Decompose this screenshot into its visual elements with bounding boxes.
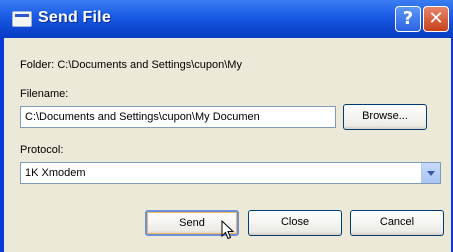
close-window-button[interactable]: ✕ xyxy=(423,6,449,32)
protocol-selected-value: 1K Xmodem xyxy=(25,167,86,179)
close-icon: ✕ xyxy=(428,8,444,29)
dropdown-arrow-icon[interactable] xyxy=(421,163,440,183)
mouse-pointer-icon xyxy=(221,220,235,240)
folder-path: C:\Documents and Settings\cupon\My xyxy=(57,59,242,71)
title-bar[interactable]: Send File ? ✕ xyxy=(0,0,453,38)
help-icon: ? xyxy=(402,8,414,29)
folder-label: Folder: xyxy=(20,59,55,71)
protocol-select[interactable]: 1K Xmodem xyxy=(20,162,441,184)
filename-label: Filename: xyxy=(20,88,69,100)
protocol-label: Protocol: xyxy=(20,144,64,156)
cancel-button[interactable]: Cancel xyxy=(350,210,444,236)
folder-row: Folder: C:\Documents and Settings\cupon\… xyxy=(20,59,242,71)
browse-button[interactable]: Browse... xyxy=(343,104,427,130)
app-icon xyxy=(12,11,32,27)
help-button[interactable]: ? xyxy=(395,6,421,32)
send-file-dialog: Send File ? ✕ Folder: C:\Documents and S… xyxy=(0,0,453,252)
close-button[interactable]: Close xyxy=(248,210,342,236)
dialog-body: Folder: C:\Documents and Settings\cupon\… xyxy=(4,38,451,252)
filename-input[interactable]: C:\Documents and Settings\cupon\My Docum… xyxy=(20,106,336,128)
window-title: Send File xyxy=(38,9,111,26)
